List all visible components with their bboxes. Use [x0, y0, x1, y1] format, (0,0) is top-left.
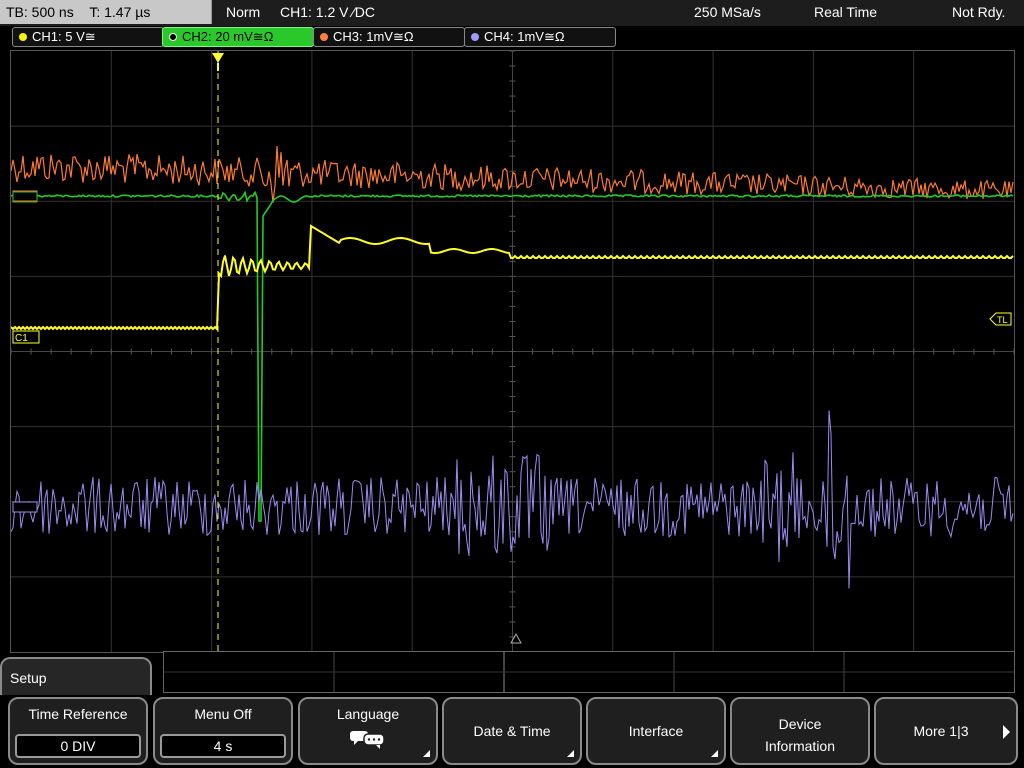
status-bar: TB: 500 ns T: 1.47 µs Norm CH1: 1.2 V ∕D…: [0, 0, 1024, 26]
ch3-label: CH3: 1mV≅Ω: [333, 29, 414, 44]
speech-bubbles-icon: [350, 731, 385, 749]
trigger-marker-icon: [212, 53, 224, 63]
date-time-label: Date & Time: [473, 723, 551, 739]
more-softkey[interactable]: More 1|3: [874, 697, 1018, 765]
ch2-label: CH2: 20 mV≅Ω: [182, 29, 274, 44]
ch4-color-dot: [471, 32, 479, 41]
menu-off-softkey[interactable]: Menu Off 4 s: [153, 697, 293, 765]
waveform-display[interactable]: C1 TL: [10, 50, 1015, 653]
more-label: More 1|3: [913, 723, 969, 739]
submenu-corner-icon: [567, 750, 574, 757]
date-time-softkey[interactable]: Date & Time: [442, 697, 582, 765]
scope-graticule: C1 TL: [11, 51, 1014, 652]
channel-ch3-tab[interactable]: CH3: 1mV≅Ω: [313, 27, 465, 47]
next-page-arrow-icon: [1003, 725, 1010, 739]
time-reference-label: Time Reference: [28, 706, 128, 722]
interface-label: Interface: [628, 723, 684, 739]
graticule-grid: [11, 51, 1014, 652]
device-information-label: Device Information: [764, 716, 836, 754]
submenu-corner-icon: [711, 750, 718, 757]
ch1-ref-label: C1: [15, 333, 28, 344]
time-reference-softkey[interactable]: Time Reference 0 DIV: [8, 697, 148, 765]
trigger-level-label: TL: [997, 315, 1008, 325]
trigger-info: CH1: 1.2 V ∕DC: [280, 4, 375, 20]
menu-off-label: Menu Off: [194, 706, 252, 722]
acquisition-mode: Norm: [226, 4, 261, 20]
acquisition-state: Real Time: [814, 4, 878, 20]
interface-softkey[interactable]: Interface: [586, 697, 726, 765]
submenu-corner-icon: [423, 750, 430, 757]
device-information-softkey[interactable]: Device Information: [730, 697, 870, 765]
timebase-readout: TB: 500 ns: [6, 4, 74, 20]
channel-ch4-tab[interactable]: CH4: 1mV≅Ω: [464, 27, 616, 47]
ch1-label: CH1: 5 V≅: [32, 29, 96, 44]
channel-ch1-tab[interactable]: CH1: 5 V≅: [12, 27, 164, 47]
ch2-color-dot: [169, 32, 177, 41]
time-reference-value: 0 DIV: [15, 734, 141, 758]
ch4-label: CH4: 1mV≅Ω: [484, 29, 565, 44]
language-label: Language: [336, 706, 400, 722]
trigger-state: Not Rdy.: [952, 4, 1006, 20]
channel-bar: CH1: 5 V≅ CH2: 20 mV≅Ω CH3: 1mV≅Ω CH4: 1…: [0, 26, 1024, 48]
language-softkey[interactable]: Language: [298, 697, 438, 765]
ch3-color-dot: [320, 32, 328, 41]
trigger-time-readout: T: 1.47 µs: [89, 4, 151, 20]
timebase-box[interactable]: TB: 500 ns T: 1.47 µs: [0, 0, 212, 24]
zoom-overview-area: [163, 651, 1015, 693]
overview-grid: [164, 652, 1014, 692]
sample-rate: 250 MSa/s: [694, 4, 761, 20]
ch4-ref-marker: [12, 501, 38, 513]
menu-title-tab: Setup: [0, 657, 152, 695]
softkey-bar: Time Reference 0 DIV Menu Off 4 s Langua…: [0, 695, 1024, 768]
channel-ch2-tab[interactable]: CH2: 20 mV≅Ω: [162, 27, 314, 47]
ch1-color-dot: [19, 32, 27, 41]
menu-off-value: 4 s: [160, 734, 286, 758]
